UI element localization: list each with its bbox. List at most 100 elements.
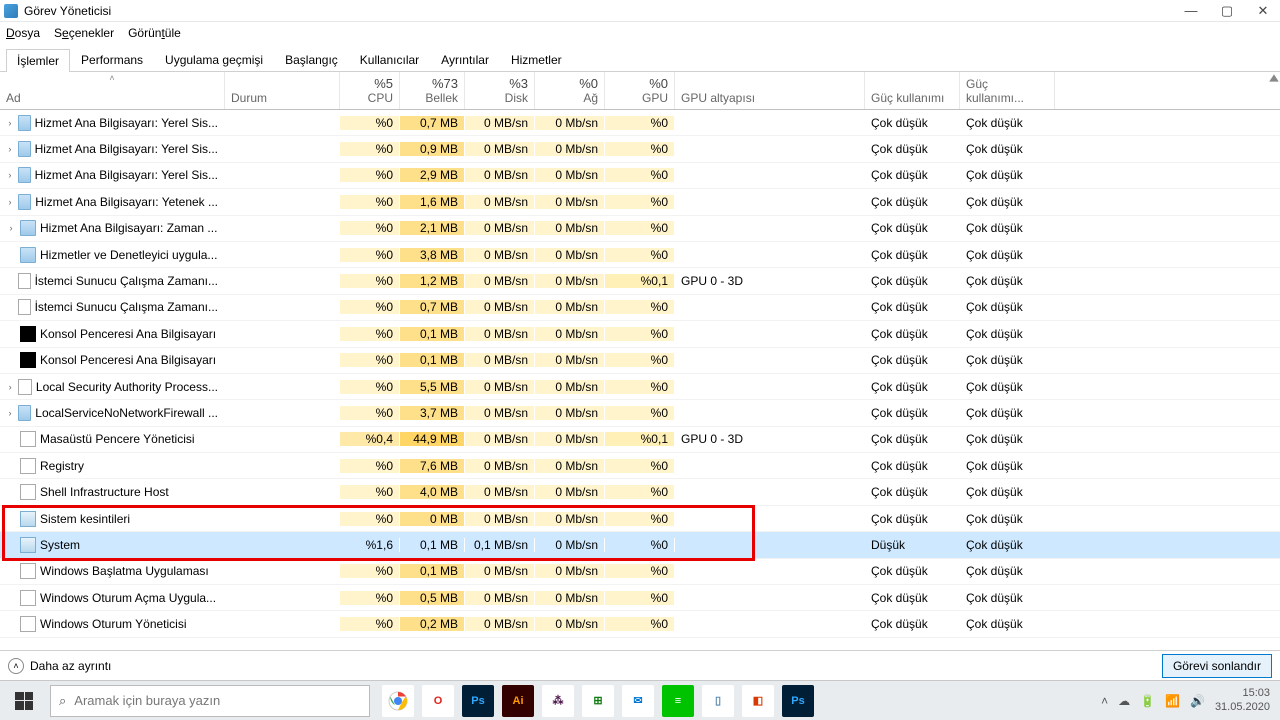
taskbar-app-chrome[interactable] [382,685,414,717]
process-name: Masaüstü Pencere Yöneticisi [40,432,195,446]
titlebar: Görev Yöneticisi — ▢ ✕ [0,0,1280,22]
col-gpu-engine[interactable]: GPU altyapısı [675,72,865,109]
tab-uygulama geçmişi[interactable]: Uygulama geçmişi [154,48,274,71]
chevron-up-icon: ˄ [8,658,24,674]
col-power-trend[interactable]: Güç kullanımı... [960,72,1055,109]
process-name: Windows Oturum Yöneticisi [40,617,187,631]
process-name: Sistem kesintileri [40,512,130,526]
end-task-button[interactable]: Görevi sonlandır [1162,654,1272,678]
process-name: Windows Oturum Açma Uygula... [40,591,216,605]
process-icon [20,484,36,500]
tab-ayrıntılar[interactable]: Ayrıntılar [430,48,500,71]
process-name: Hizmetler ve Denetleyici uygula... [40,248,217,262]
process-row[interactable]: ›Hizmet Ana Bilgisayarı: Yerel Sis...%00… [0,110,1280,136]
process-row[interactable]: Konsol Penceresi Ana Bilgisayarı%00,1 MB… [0,348,1280,374]
scroll-up-icon[interactable] [1268,72,1280,82]
process-row[interactable]: Konsol Penceresi Ana Bilgisayarı%00,1 MB… [0,321,1280,347]
taskbar-app-illustrator[interactable]: Ai [502,685,534,717]
tray-volume-icon[interactable]: 🔊 [1190,694,1205,708]
process-row[interactable]: ›Hizmet Ana Bilgisayarı: Yetenek ...%01,… [0,189,1280,215]
process-row[interactable]: ›Hizmet Ana Bilgisayarı: Yerel Sis...%02… [0,163,1280,189]
column-headers: ˄ Ad Durum %5CPU %73Bellek %3Disk %0Ağ %… [0,72,1280,110]
process-row[interactable]: Registry%07,6 MB0 MB/sn0 Mb/sn%0Çok düşü… [0,453,1280,479]
col-gpu[interactable]: %0GPU [605,72,675,109]
tray-cloud-icon[interactable]: ☁ [1118,694,1130,708]
tab-performans[interactable]: Performans [70,48,154,71]
process-icon [18,167,31,183]
expand-icon[interactable]: › [6,223,16,233]
tab-i̇şlemler[interactable]: İşlemler [6,49,70,72]
process-row[interactable]: ›LocalServiceNoNetworkFirewall ...%03,7 … [0,400,1280,426]
expand-icon[interactable]: › [6,197,14,207]
process-row[interactable]: Windows Oturum Yöneticisi%00,2 MB0 MB/sn… [0,611,1280,637]
search-icon: ⌕ [59,693,66,709]
taskbar-app-photoshop-2[interactable]: Ps [782,685,814,717]
menu-file[interactable]: Dosya [6,26,40,40]
start-button[interactable] [0,681,48,720]
process-row[interactable]: Hizmetler ve Denetleyici uygula...%03,8 … [0,242,1280,268]
expand-icon[interactable]: › [6,408,14,418]
process-row[interactable]: Shell Infrastructure Host%04,0 MB0 MB/sn… [0,479,1280,505]
app-icon [4,4,18,18]
tray-wifi-icon[interactable]: 📶 [1165,694,1180,708]
minimize-button[interactable]: — [1184,4,1198,18]
process-row[interactable]: Windows Başlatma Uygulaması%00,1 MB0 MB/… [0,559,1280,585]
process-row[interactable]: Sistem kesintileri%00 MB0 MB/sn0 Mb/sn%0… [0,506,1280,532]
col-status[interactable]: Durum [225,72,340,109]
sort-indicator-icon: ˄ [109,73,114,83]
expand-icon[interactable]: › [6,144,14,154]
col-network[interactable]: %0Ağ [535,72,605,109]
process-icon [20,537,36,553]
process-icon [20,431,36,447]
process-icon [20,590,36,606]
taskbar-app-notes[interactable]: ▯ [702,685,734,717]
col-power[interactable]: Güç kullanımı [865,72,960,109]
process-name: Konsol Penceresi Ana Bilgisayarı [40,353,216,367]
expand-icon[interactable]: › [6,118,14,128]
expand-icon[interactable]: › [6,382,14,392]
taskbar-app-line[interactable]: ≡ [662,685,694,717]
taskbar-app-mail[interactable]: ✉ [622,685,654,717]
process-icon [20,352,36,368]
taskbar-app-xbox[interactable]: ⊞ [582,685,614,717]
menu-view[interactable]: Görüntüle [128,26,181,40]
close-button[interactable]: ✕ [1256,4,1270,18]
tray-chevron-icon[interactable]: ˄ [1101,694,1108,708]
col-name[interactable]: ˄ Ad [0,72,225,109]
footer: ˄ Daha az ayrıntı Görevi sonlandır [0,650,1280,680]
taskbar-app-opera[interactable]: O [422,685,454,717]
process-name: Hizmet Ana Bilgisayarı: Yetenek ... [35,195,218,209]
process-row[interactable]: İstemci Sunucu Çalışma Zamanı...%01,2 MB… [0,268,1280,294]
clock[interactable]: 15:03 31.05.2020 [1215,687,1270,713]
tray-battery-icon[interactable]: 🔋 [1140,694,1155,708]
maximize-button[interactable]: ▢ [1220,4,1234,18]
process-icon [20,247,36,263]
process-row[interactable]: ›Local Security Authority Process...%05,… [0,374,1280,400]
process-row[interactable]: System%1,60,1 MB0,1 MB/sn0 Mb/sn%0DüşükÇ… [0,532,1280,558]
menu-options[interactable]: Seçenekler [54,26,114,40]
taskbar-app-slack[interactable]: ⁂ [542,685,574,717]
tab-kullanıcılar[interactable]: Kullanıcılar [349,48,430,71]
process-row[interactable]: ›Hizmet Ana Bilgisayarı: Zaman ...%02,1 … [0,216,1280,242]
fewer-details-button[interactable]: ˄ Daha az ayrıntı [8,658,111,674]
process-icon [18,115,31,131]
process-icon [20,458,36,474]
process-row[interactable]: İstemci Sunucu Çalışma Zamanı...%00,7 MB… [0,295,1280,321]
col-cpu[interactable]: %5CPU [340,72,400,109]
tab-başlangıç[interactable]: Başlangıç [274,48,349,71]
tab-hizmetler[interactable]: Hizmetler [500,48,573,71]
process-name: Konsol Penceresi Ana Bilgisayarı [40,327,216,341]
taskbar-app-snip[interactable]: ◧ [742,685,774,717]
expand-icon[interactable]: › [6,170,14,180]
process-row[interactable]: ›Hizmet Ana Bilgisayarı: Yerel Sis...%00… [0,136,1280,162]
search-box[interactable]: ⌕ Aramak için buraya yazın [50,685,370,717]
process-row[interactable]: Windows Oturum Açma Uygula...%00,5 MB0 M… [0,585,1280,611]
col-memory[interactable]: %73Bellek [400,72,465,109]
col-disk[interactable]: %3Disk [465,72,535,109]
process-icon [20,220,36,236]
process-row[interactable]: Masaüstü Pencere Yöneticisi%0,444,9 MB0 … [0,427,1280,453]
process-name: Hizmet Ana Bilgisayarı: Zaman ... [40,221,217,235]
tabs: İşlemlerPerformansUygulama geçmişiBaşlan… [0,48,1280,72]
taskbar-app-photoshop[interactable]: Ps [462,685,494,717]
process-name: Hizmet Ana Bilgisayarı: Yerel Sis... [35,116,218,130]
